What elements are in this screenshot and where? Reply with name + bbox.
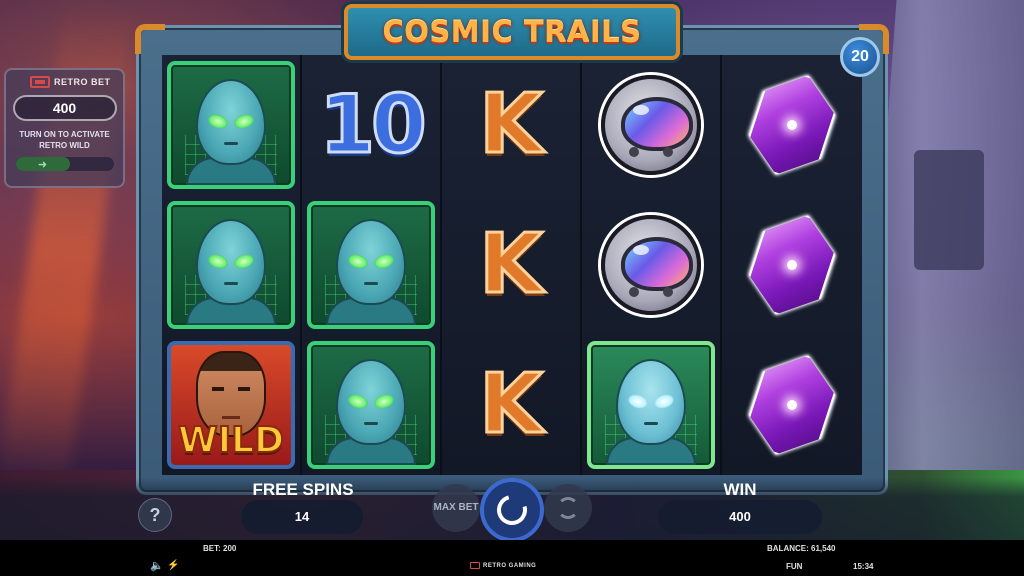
free-spins-badge: 20: [840, 37, 880, 77]
reel-grid: WILD 10 K K K: [162, 55, 862, 475]
king-symbol: K: [478, 217, 545, 312]
free-spins-label: FREE SPINS: [252, 480, 354, 499]
brand-logo: RETRO GAMING: [470, 562, 536, 569]
autoplay-button[interactable]: [544, 484, 592, 532]
reel-1: WILD: [162, 55, 302, 475]
symbol-cell: [722, 55, 862, 195]
wild-symbol: WILD: [167, 341, 295, 469]
clock-readout: 15:34: [853, 562, 874, 571]
alien-symbol: [307, 201, 435, 329]
retro-bet-logo-text: RETRO BET: [54, 76, 111, 87]
symbol-cell: [722, 195, 862, 335]
king-symbol: K: [478, 357, 545, 452]
symbol-cell: [582, 335, 720, 475]
brand-mark-icon: [470, 562, 480, 569]
max-bet-button[interactable]: MAX BET: [432, 484, 480, 532]
helmet-symbol: [601, 75, 701, 175]
alien-symbol: [307, 341, 435, 469]
retro-bet-value[interactable]: 400: [12, 95, 117, 121]
symbol-cell: K: [442, 335, 580, 475]
king-symbol: K: [478, 77, 545, 172]
reel-2: 10: [302, 55, 442, 475]
status-bar: BET: 200 BALANCE: 61,540 🔈 ⚡ RETRO GAMIN…: [0, 540, 1024, 576]
bet-readout: BET: 200: [203, 544, 237, 553]
retro-bet-panel: RETRO BET 400 TURN ON TO ACTIVATE RETRO …: [4, 68, 125, 188]
retro-bet-hint: TURN ON TO ACTIVATE RETRO WILD: [19, 130, 110, 150]
reel-5: [722, 55, 862, 475]
sound-icon[interactable]: 🔈: [150, 560, 164, 572]
reel-3: K K K: [442, 55, 582, 475]
symbol-cell: [302, 335, 440, 475]
background-tower-door: [914, 150, 984, 270]
symbol-cell: [582, 55, 720, 195]
symbol-cell: [582, 195, 720, 335]
autoplay-icon: [557, 497, 579, 519]
alien-symbol-highlighted: [587, 341, 715, 469]
alien-symbol: [167, 61, 295, 189]
brand-name: RETRO GAMING: [483, 562, 537, 569]
arrow-right-icon: ➜: [15, 157, 70, 171]
mode-readout: FUN: [786, 562, 803, 571]
spin-button[interactable]: [480, 478, 544, 542]
symbol-cell: WILD: [162, 335, 300, 475]
symbol-cell: [162, 55, 300, 195]
symbol-cell: K: [442, 195, 580, 335]
win-value: 400: [658, 500, 822, 534]
reel-4: [582, 55, 722, 475]
wild-label: WILD: [177, 419, 285, 462]
symbol-cell: [162, 195, 300, 335]
retro-bet-logo: RETRO BET: [30, 76, 117, 88]
spin-icon: [491, 489, 533, 531]
retro-wild-toggle[interactable]: ➜: [15, 157, 114, 171]
helmet-symbol: [601, 215, 701, 315]
gem-symbol: [754, 353, 830, 457]
help-button[interactable]: ?: [138, 498, 172, 532]
balance-readout: BALANCE: 61,540: [767, 544, 836, 553]
turbo-icon[interactable]: ⚡: [167, 560, 179, 572]
game-title-plate: COSMIC TRAILS: [344, 4, 680, 60]
frame-corner-left: [135, 24, 165, 54]
gem-symbol: [754, 73, 830, 177]
symbol-cell: [302, 195, 440, 335]
ten-symbol: 10: [318, 78, 428, 171]
free-spins-value: 14: [241, 500, 363, 534]
symbol-cell: 10: [302, 55, 440, 195]
alien-symbol: [167, 201, 295, 329]
game-title: COSMIC TRAILS: [382, 15, 642, 49]
symbol-cell: K: [442, 55, 580, 195]
win-label: WIN: [723, 480, 757, 499]
symbol-cell: [722, 335, 862, 475]
gem-symbol: [754, 213, 830, 317]
retro-logo-icon: [30, 76, 50, 88]
